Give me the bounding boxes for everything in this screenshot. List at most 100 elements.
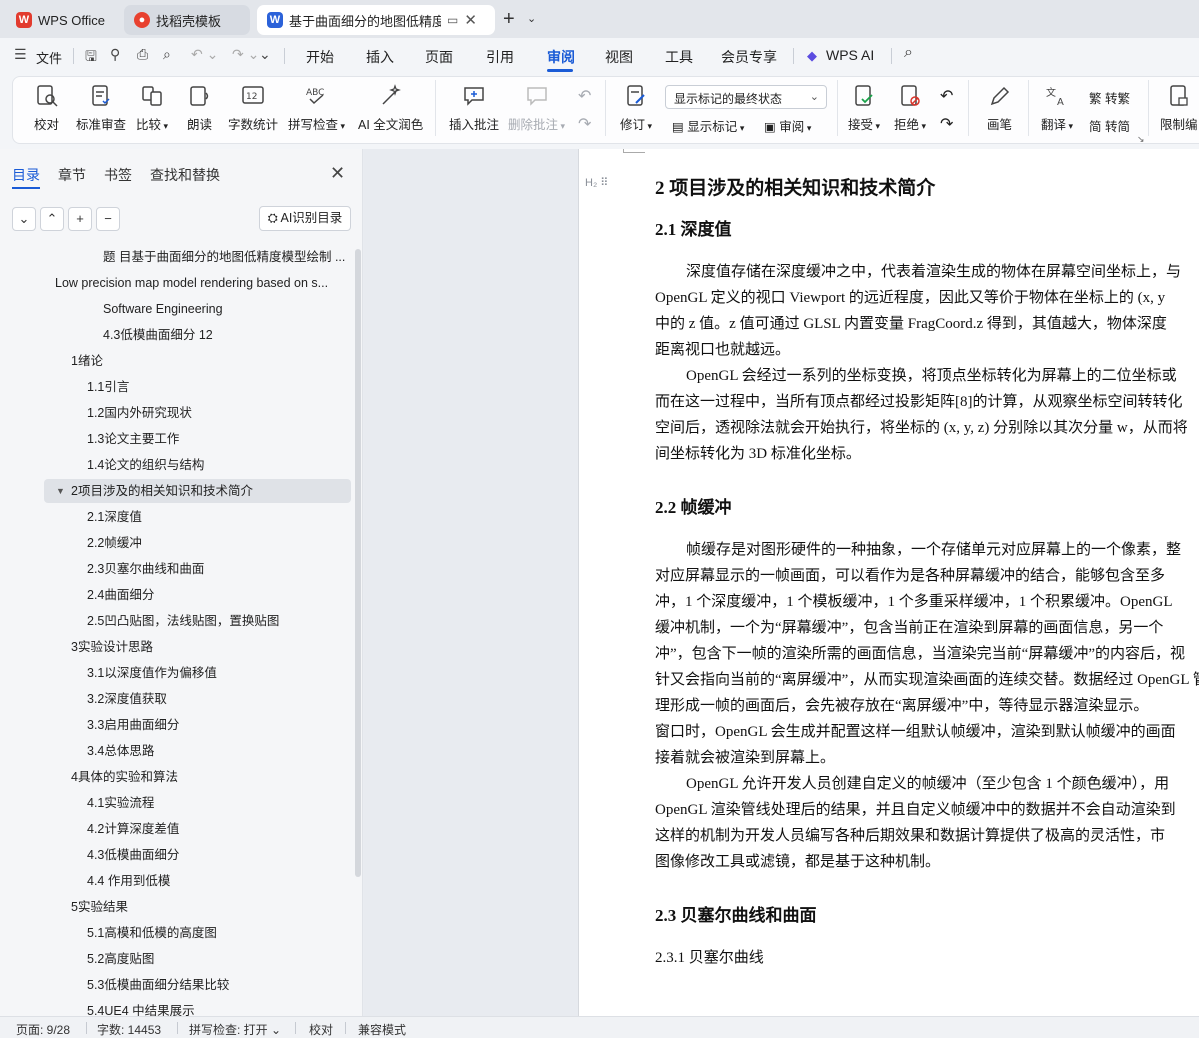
menu-tools[interactable]: 工具	[665, 47, 693, 67]
close-tab-icon[interactable]: ✕	[464, 11, 477, 29]
collapse-down-button[interactable]: ⌄	[12, 207, 36, 231]
search-icon[interactable]: ⌕	[904, 44, 913, 62]
toc-item[interactable]: 2.1深度值	[87, 505, 345, 529]
menu-reference[interactable]: 引用	[486, 47, 514, 67]
toc-item[interactable]: 2.5凹凸贴图，法线贴图，置换贴图	[87, 609, 345, 633]
toc-item[interactable]: ▼1绪论	[71, 349, 345, 373]
pen-button[interactable]: 画笔	[987, 84, 1012, 133]
toc-item[interactable]: 3.4总体思路	[87, 739, 345, 763]
toc-item[interactable]: 4.3低模曲面细分	[87, 843, 345, 867]
redo-icon[interactable]: ↷ ⌄	[232, 46, 259, 63]
tab-chapters[interactable]: 章节	[58, 165, 86, 185]
prev-comment-icon[interactable]: ↶	[578, 86, 591, 106]
toc-item[interactable]: 1.2国内外研究现状	[87, 401, 345, 425]
markup-select[interactable]: 显示标记的最终状态 ⌄	[665, 85, 827, 109]
tab-document[interactable]: W 基于曲面细分的地图低精度模 ▭ ✕	[257, 5, 495, 35]
save-icon[interactable]: 🖫	[85, 46, 97, 70]
ai-toc-button[interactable]: ⛭ AI识别目录	[259, 206, 351, 231]
proof-indicator[interactable]: 校对	[309, 1021, 333, 1038]
read-aloud-button[interactable]: 朗读	[187, 84, 212, 133]
collapse-up-button[interactable]: ⌃	[40, 207, 64, 231]
menu-wps-ai[interactable]: WPS AI	[826, 47, 874, 63]
prev-change-icon[interactable]: ↶	[940, 86, 953, 106]
hamburger-menu-icon[interactable]: ☰	[14, 46, 27, 63]
toc-item[interactable]: 3.2深度值获取	[87, 687, 345, 711]
document-page[interactable]: H₂ ⠿ 2 项目涉及的相关知识和技术简介 2.1 深度值 深度值存储在深度缓冲之…	[578, 149, 1199, 1016]
page-indicator[interactable]: 页面: 9/28	[16, 1021, 70, 1038]
proofread-button[interactable]: 校对	[34, 84, 59, 133]
remove-heading-button[interactable]: −	[96, 207, 120, 231]
toc-item[interactable]: 1.4论文的组织与结构	[87, 453, 345, 477]
toc-item[interactable]: 2.4曲面细分	[87, 583, 345, 607]
review-pane-button[interactable]: ▣ 审阅 ▾	[764, 116, 811, 135]
toc-item[interactable]: ▼4具体的实验和算法	[71, 765, 345, 789]
new-tab-icon[interactable]: +	[503, 9, 515, 29]
to-traditional-button[interactable]: 繁 转繁	[1089, 88, 1130, 107]
menu-view[interactable]: 视图	[605, 47, 633, 67]
spell-check-indicator[interactable]: 拼写检查: 打开 ⌄	[189, 1021, 281, 1038]
spell-check-button[interactable]: ABC 拼写检查 ▾	[288, 84, 345, 133]
to-simplified-button[interactable]: 简 转简	[1089, 116, 1130, 135]
toc-item[interactable]: ▼ 2项目涉及的相关知识和技术简介	[44, 479, 351, 503]
expand-triangle-icon[interactable]: ▼	[56, 479, 65, 503]
toc-item[interactable]: 4.2计算深度差值	[87, 817, 345, 841]
standard-review-button[interactable]: 标准审查	[76, 84, 126, 133]
toc-item[interactable]: 3.3启用曲面细分	[87, 713, 345, 737]
tab-toc[interactable]: 目录	[12, 165, 40, 185]
next-comment-icon[interactable]: ↷	[578, 114, 591, 134]
toc-item[interactable]: ▼3实验设计思路	[71, 635, 345, 659]
toc-item[interactable]: 5.1高模和低模的高度图	[87, 921, 345, 945]
toc-item[interactable]: Software Engineering	[103, 297, 345, 321]
tab-find-replace[interactable]: 查找和替换	[150, 165, 220, 185]
toc-item[interactable]: ▼Low precision map model rendering based…	[55, 271, 345, 295]
toc-item[interactable]: ▼5实验结果	[71, 895, 345, 919]
compare-button[interactable]: 比较 ▾	[136, 84, 168, 133]
reject-icon	[901, 85, 920, 106]
toc-item[interactable]: 5.2高度贴图	[87, 947, 345, 971]
toc-item[interactable]: 1.1引言	[87, 375, 345, 399]
insert-comment-button[interactable]: 插入批注	[449, 84, 499, 133]
menu-member[interactable]: 会员专享	[721, 47, 777, 67]
menu-review[interactable]: 审阅	[547, 47, 575, 67]
restrict-edit-button[interactable]: 限制编	[1160, 84, 1198, 133]
menu-page[interactable]: 页面	[425, 47, 453, 67]
toc-item[interactable]: 4.1实验流程	[87, 791, 345, 815]
add-heading-button[interactable]: +	[68, 207, 92, 231]
undo-icon[interactable]: ↶ ⌄	[191, 46, 218, 63]
heading-marker[interactable]: H₂ ⠿	[585, 176, 608, 189]
toc-item[interactable]: 4.4 作用到低模	[87, 869, 345, 893]
print-icon[interactable]: ⎙	[137, 46, 148, 63]
toc-item[interactable]: 1.3论文主要工作	[87, 427, 345, 451]
more-quick-icon[interactable]: ⌄	[259, 46, 271, 63]
tab-docer[interactable]: ● 找稻壳模板	[124, 5, 250, 35]
toc-scrollbar[interactable]	[355, 249, 361, 877]
close-icon[interactable]: ✕	[330, 163, 345, 184]
word-count-indicator[interactable]: 字数: 14453	[97, 1021, 161, 1038]
toc-item[interactable]: 4.3低模曲面细分 12	[103, 323, 345, 347]
ribbon-expand-icon[interactable]: ↘	[1137, 134, 1145, 145]
translate-button[interactable]: 文A 翻译 ▾	[1041, 84, 1073, 133]
track-changes-button[interactable]: 修订 ▾	[620, 84, 652, 133]
tab-bookmarks[interactable]: 书签	[104, 165, 132, 185]
monitor-icon[interactable]: ▭	[447, 13, 458, 27]
tab-wps-office[interactable]: W WPS Office	[6, 5, 120, 35]
next-change-icon[interactable]: ↷	[940, 114, 953, 134]
toc-item[interactable]: 题 目基于曲面细分的地图低精度模型绘制 ...	[103, 245, 345, 269]
show-markup-button[interactable]: ▤ 显示标记 ▾	[672, 116, 744, 135]
delete-comment-button[interactable]: 删除批注 ▾	[508, 84, 565, 133]
accept-button[interactable]: 接受 ▾	[848, 84, 880, 133]
reject-button[interactable]: 拒绝 ▾	[894, 84, 926, 133]
menu-insert[interactable]: 插入	[366, 47, 394, 67]
section-heading: 2.1 深度值	[655, 220, 732, 239]
toc-item[interactable]: 3.1以深度值作为偏移值	[87, 661, 345, 685]
chevron-down-icon[interactable]: ⌄	[527, 12, 536, 25]
ai-polish-button[interactable]: AI 全文润色	[358, 84, 423, 133]
toc-item[interactable]: 2.3贝塞尔曲线和曲面	[87, 557, 345, 581]
word-count-button[interactable]: 12 字数统计	[228, 84, 278, 133]
share-icon[interactable]: ⚲	[110, 46, 120, 63]
menu-start[interactable]: 开始	[306, 47, 334, 67]
print-preview-icon[interactable]: ⌕	[163, 46, 171, 63]
toc-item[interactable]: 5.3低模曲面细分结果比较	[87, 973, 345, 997]
file-menu[interactable]: 文件	[36, 48, 62, 67]
toc-item[interactable]: 2.2帧缓冲	[87, 531, 345, 555]
